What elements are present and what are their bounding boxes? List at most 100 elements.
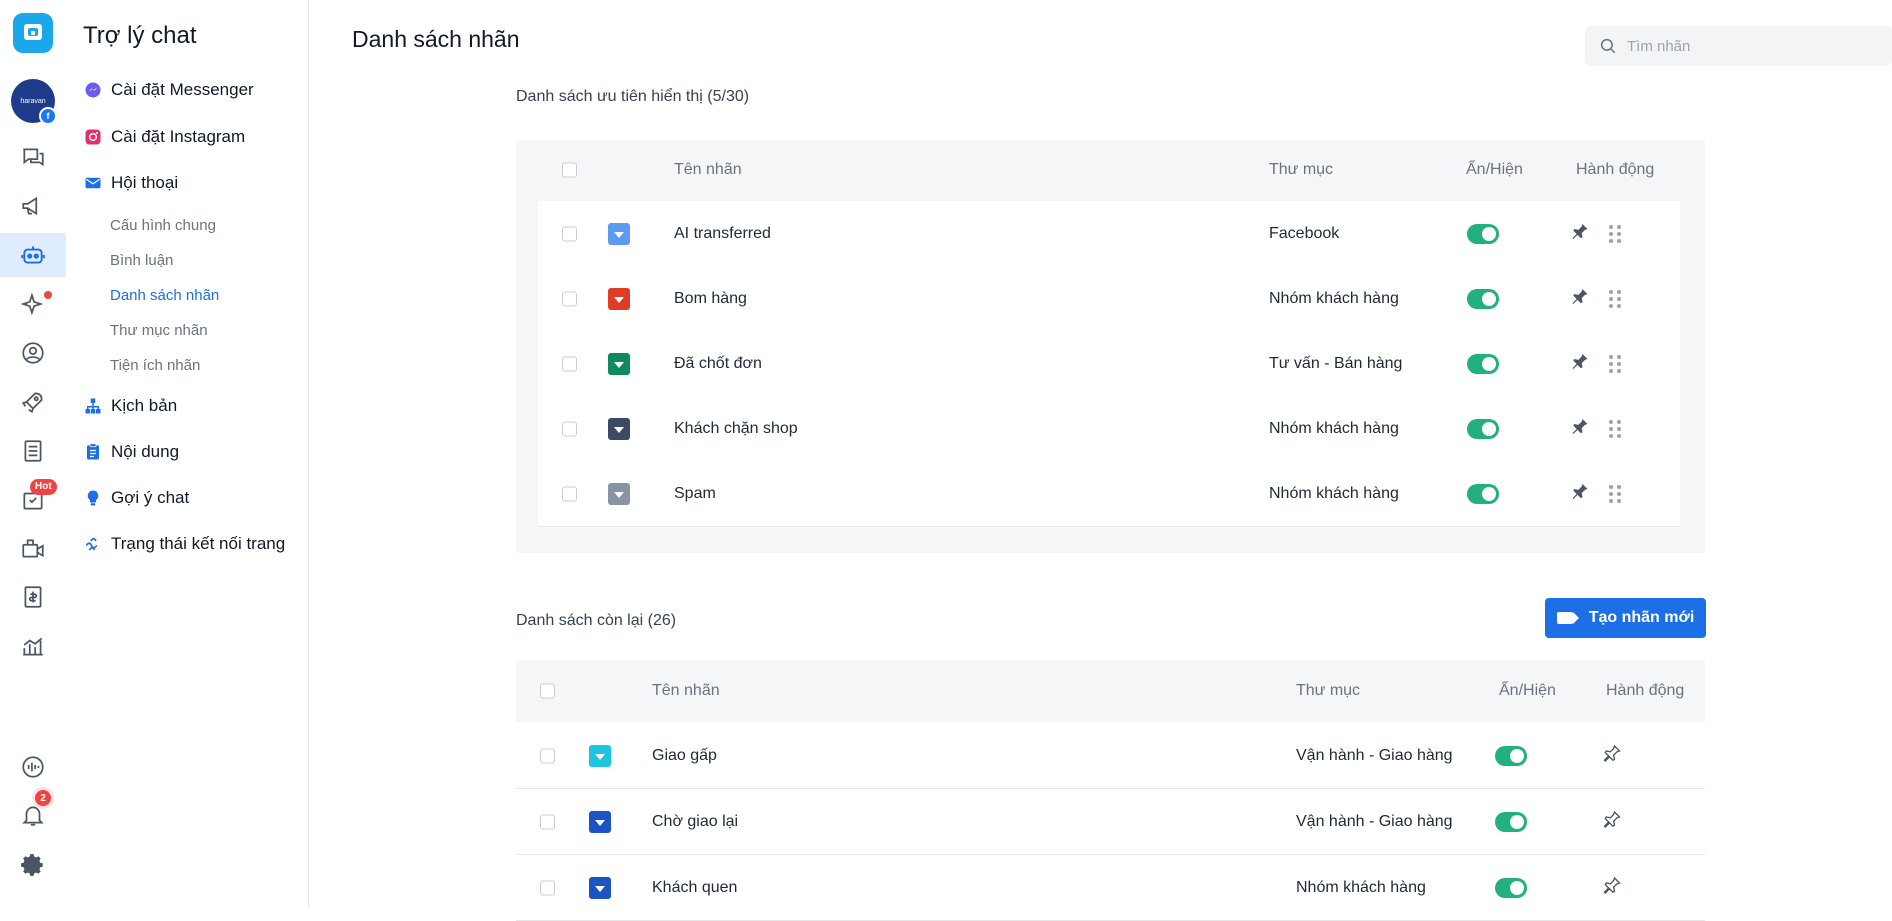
sidebar-item-instagram[interactable]: Cài đặt Instagram: [83, 127, 245, 147]
settings-gear-icon[interactable]: [0, 843, 66, 887]
label-color-tag[interactable]: [608, 482, 630, 505]
sidebar-title: Trợ lý chat: [83, 22, 197, 49]
sidebar-sub-comments[interactable]: Bình luận: [110, 252, 173, 269]
row-checkbox[interactable]: [562, 421, 577, 436]
pin-outline-icon[interactable]: [1602, 809, 1622, 834]
column-header-visibility: Ẩn/Hiện: [1499, 682, 1556, 699]
new-dot-indicator: [44, 291, 52, 299]
priority-section-label: Danh sách ưu tiên hiển thị (5/30): [516, 88, 750, 105]
label-color-tag[interactable]: [608, 352, 630, 375]
sidebar-item-chat-suggestion[interactable]: Gợi ý chat: [83, 488, 189, 508]
remaining-table-header: Tên nhãn Thư mục Ẩn/Hiện Hành động: [516, 660, 1705, 722]
rocket-icon[interactable]: [0, 380, 66, 424]
pin-filled-icon[interactable]: [1570, 221, 1590, 246]
label-color-tag[interactable]: [589, 810, 611, 833]
user-circle-icon[interactable]: [0, 331, 66, 375]
label-color-tag[interactable]: [608, 417, 630, 440]
select-all-checkbox[interactable]: [562, 162, 577, 178]
label-folder: Facebook: [1269, 224, 1340, 242]
sidebar-sub-general-config[interactable]: Cấu hình chung: [110, 217, 216, 234]
sidebar-item-messenger[interactable]: Cài đặt Messenger: [83, 80, 254, 100]
drag-handle-icon[interactable]: [1609, 289, 1621, 308]
chatbot-icon[interactable]: [0, 233, 66, 277]
hierarchy-icon: [83, 396, 103, 416]
video-camera-icon[interactable]: [0, 526, 66, 570]
app-logo-icon[interactable]: [13, 13, 53, 53]
document-list-icon[interactable]: [0, 429, 66, 473]
visibility-toggle[interactable]: [1495, 811, 1527, 832]
megaphone-icon[interactable]: [0, 184, 66, 228]
search-input[interactable]: [1625, 36, 1869, 56]
chat-bubbles-icon[interactable]: [0, 136, 66, 180]
table-row: Khách quen Nhóm khách hàng: [516, 855, 1705, 921]
sidebar-sub-label-utilities[interactable]: Tiện ích nhãn: [110, 357, 200, 374]
row-checkbox[interactable]: [540, 880, 555, 895]
column-header-name: Tên nhãn: [674, 161, 742, 178]
sidebar-item-content[interactable]: Nội dung: [83, 442, 179, 462]
pin-filled-icon[interactable]: [1570, 286, 1590, 311]
visibility-toggle[interactable]: [1467, 418, 1499, 439]
visibility-toggle[interactable]: [1495, 877, 1527, 898]
sidebar-item-conversation[interactable]: Hội thoại: [83, 173, 178, 193]
select-all-checkbox[interactable]: [540, 683, 555, 699]
analytics-icon[interactable]: [0, 624, 66, 668]
label-folder: Tư vấn - Bán hàng: [1269, 354, 1403, 372]
visibility-toggle[interactable]: [1467, 353, 1499, 374]
mail-icon: [83, 173, 103, 193]
row-checkbox[interactable]: [562, 226, 577, 241]
visibility-toggle[interactable]: [1495, 745, 1527, 766]
sidebar-item-label: Cài đặt Messenger: [111, 80, 254, 99]
page-avatar[interactable]: haravan f: [11, 79, 57, 125]
drag-handle-icon[interactable]: [1609, 224, 1621, 243]
label-folder: Vận hành - Giao hàng: [1296, 746, 1453, 764]
row-checkbox[interactable]: [540, 748, 555, 763]
column-header-name: Tên nhãn: [652, 682, 720, 699]
sidebar-item-label: Kịch bản: [111, 396, 178, 415]
table-row: AI transferred Facebook: [538, 201, 1680, 267]
search-box[interactable]: [1585, 26, 1892, 66]
label-color-tag[interactable]: [589, 744, 611, 767]
row-checkbox[interactable]: [562, 356, 577, 371]
label-name: Khách chặn shop: [674, 419, 798, 437]
row-checkbox[interactable]: [562, 486, 577, 501]
sidebar-item-label: Gợi ý chat: [111, 488, 190, 507]
page-title: Danh sách nhãn: [352, 26, 520, 52]
pin-outline-icon[interactable]: [1602, 743, 1622, 768]
label-name: AI transferred: [674, 224, 771, 242]
drag-handle-icon[interactable]: [1609, 419, 1621, 438]
pin-filled-icon[interactable]: [1570, 351, 1590, 376]
label-name: Đã chốt đơn: [674, 354, 762, 372]
lightbulb-icon: [83, 488, 103, 508]
audio-wave-icon[interactable]: [0, 745, 66, 789]
create-label-button[interactable]: Tạo nhãn mới: [1545, 598, 1706, 638]
column-header-folder: Thư mục: [1269, 161, 1334, 178]
facebook-icon: f: [39, 107, 57, 125]
pin-outline-icon[interactable]: [1602, 875, 1622, 900]
signal-wave-icon: [83, 534, 103, 554]
label-folder: Nhóm khách hàng: [1269, 289, 1399, 307]
visibility-toggle[interactable]: [1467, 223, 1499, 244]
pin-filled-icon[interactable]: [1570, 416, 1590, 441]
bell-icon[interactable]: [0, 793, 66, 837]
column-header-folder: Thư mục: [1296, 682, 1361, 699]
pin-filled-icon[interactable]: [1570, 481, 1590, 506]
label-color-tag[interactable]: [608, 287, 630, 310]
visibility-toggle[interactable]: [1467, 288, 1499, 309]
column-header-visibility: Ẩn/Hiện: [1466, 161, 1523, 178]
sidebar-item-connection-status[interactable]: Trạng thái kết nối trang: [83, 534, 285, 554]
label-color-tag[interactable]: [608, 222, 630, 245]
drag-handle-icon[interactable]: [1609, 354, 1621, 373]
row-checkbox[interactable]: [562, 291, 577, 306]
sidebar-sub-label-list[interactable]: Danh sách nhãn: [110, 287, 219, 304]
label-color-tag[interactable]: [589, 876, 611, 899]
sidebar-sub-label-folders[interactable]: Thư mục nhãn: [110, 322, 208, 339]
row-checkbox[interactable]: [540, 814, 555, 829]
sparkle-ai-icon[interactable]: [0, 282, 66, 326]
drag-handle-icon[interactable]: [1609, 484, 1621, 503]
label-name: Chờ giao lại: [652, 812, 739, 830]
visibility-toggle[interactable]: [1467, 483, 1499, 504]
messenger-icon: [83, 80, 103, 100]
invoice-icon[interactable]: [0, 575, 66, 619]
notification-count-badge: 2: [35, 790, 51, 806]
sidebar-item-scenario[interactable]: Kịch bản: [83, 396, 177, 416]
